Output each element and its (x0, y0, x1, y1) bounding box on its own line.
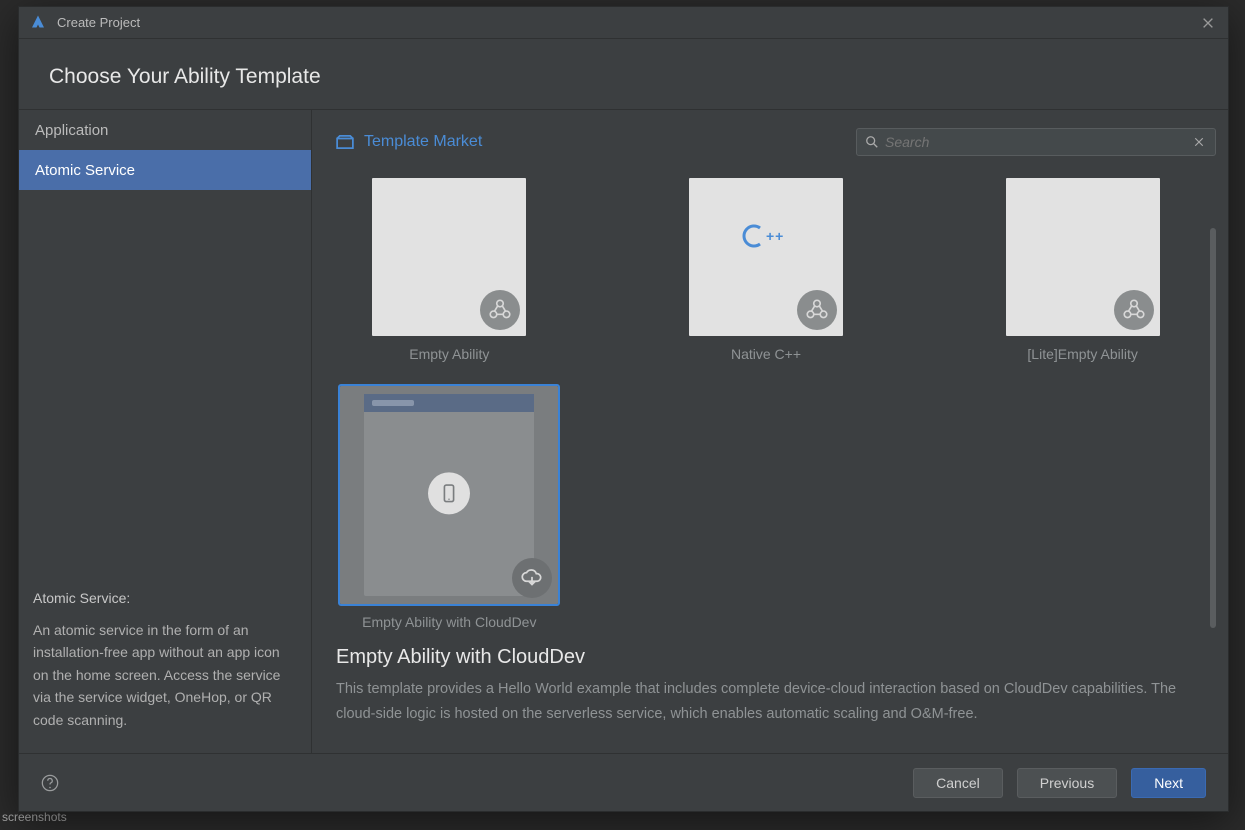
template-empty-ability-clouddev[interactable]: Empty Ability with CloudDev (336, 386, 563, 630)
template-label: [Lite]Empty Ability (1027, 346, 1138, 362)
template-card (1006, 178, 1160, 336)
ability-badge-icon (480, 290, 520, 330)
background-editor-strip: screenshots (0, 810, 1245, 830)
previous-button[interactable]: Previous (1017, 768, 1117, 798)
template-market-link[interactable]: Template Market (336, 133, 482, 151)
search-input-container[interactable] (856, 128, 1216, 156)
template-label: Empty Ability (409, 346, 489, 362)
phone-mockup (364, 394, 534, 596)
phone-icon (428, 472, 470, 514)
template-grid: Empty Ability ++ Native C++ (336, 178, 1204, 642)
sidebar-item-application[interactable]: Application (19, 110, 311, 150)
template-detail-title: Empty Ability with CloudDev (336, 646, 1196, 669)
clear-search-icon[interactable] (1193, 135, 1207, 149)
ability-badge-icon (1114, 290, 1154, 330)
sidebar-description-body: An atomic service in the form of an inst… (33, 619, 297, 731)
template-empty-ability[interactable]: Empty Ability (336, 178, 563, 362)
template-detail-text: This template provides a Hello World exa… (336, 677, 1196, 726)
template-market-label: Template Market (364, 133, 482, 151)
template-label: Empty Ability with CloudDev (362, 614, 536, 630)
template-card (372, 178, 526, 336)
template-native-cpp[interactable]: ++ Native C++ (653, 178, 880, 362)
template-card: ++ (689, 178, 843, 336)
template-detail: Empty Ability with CloudDev This templat… (336, 642, 1204, 746)
search-input[interactable] (885, 134, 1187, 150)
template-card (340, 386, 558, 604)
sidebar-description: Atomic Service: An atomic service in the… (19, 571, 311, 753)
cpp-icon: ++ (689, 224, 843, 255)
template-lite-empty-ability[interactable]: [Lite]Empty Ability (969, 178, 1196, 362)
template-label: Native C++ (731, 346, 801, 362)
help-icon[interactable] (41, 774, 59, 792)
sidebar-description-title: Atomic Service: (33, 587, 297, 609)
sidebar-item-atomic-service[interactable]: Atomic Service (19, 150, 311, 190)
scrollbar[interactable] (1210, 228, 1216, 628)
svg-text:++: ++ (766, 228, 784, 244)
titlebar: Create Project (19, 7, 1228, 39)
page-title: Choose Your Ability Template (19, 39, 1228, 109)
main-panel: Template Market (312, 110, 1228, 753)
main-toolbar: Template Market (336, 124, 1216, 160)
cancel-button[interactable]: Cancel (913, 768, 1003, 798)
dialog-footer: Cancel Previous Next (19, 753, 1228, 811)
cloud-badge-icon (512, 558, 552, 598)
ability-badge-icon (797, 290, 837, 330)
app-logo-icon (29, 14, 47, 32)
template-scroll-area[interactable]: Empty Ability ++ Native C++ (336, 178, 1216, 753)
market-icon (336, 135, 354, 149)
search-icon (865, 135, 879, 149)
dialog-title: Create Project (57, 15, 140, 30)
next-button[interactable]: Next (1131, 768, 1206, 798)
close-icon[interactable] (1198, 13, 1218, 33)
create-project-dialog: Create Project Choose Your Ability Templ… (18, 6, 1229, 812)
sidebar: Application Atomic Service Atomic Servic… (19, 110, 312, 753)
